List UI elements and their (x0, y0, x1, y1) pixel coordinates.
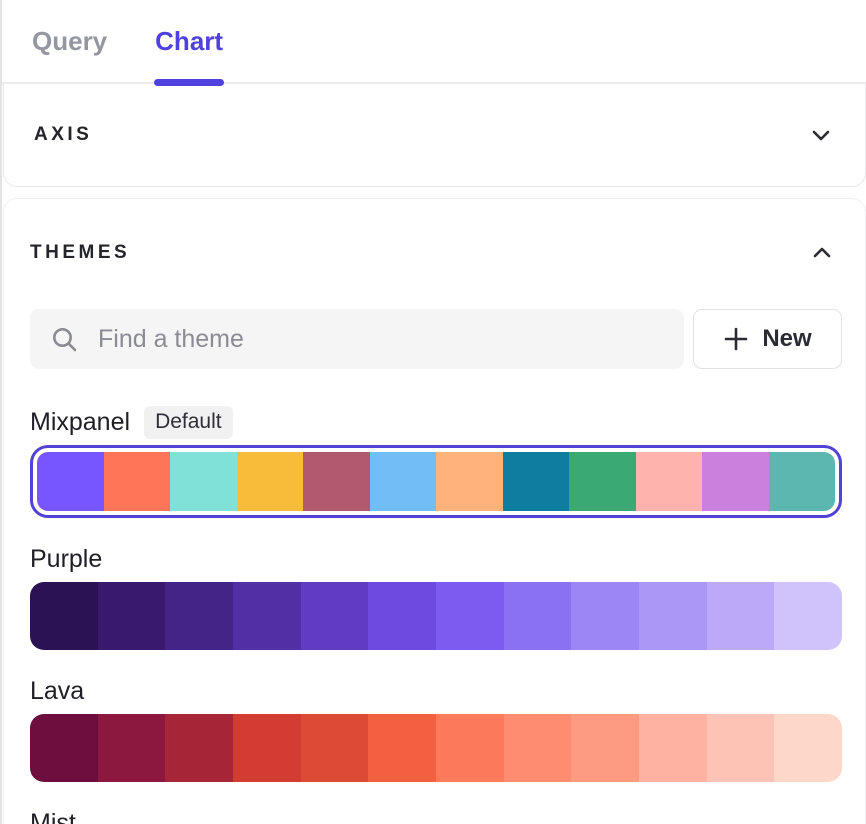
tab-bar: Query Chart (2, 0, 866, 84)
theme-swatch (571, 714, 639, 782)
theme-search-input[interactable] (30, 309, 684, 369)
theme-swatch (98, 582, 166, 650)
theme-name: Lava (30, 677, 84, 706)
themes-section-header[interactable]: THEMES (30, 241, 842, 265)
theme-label-row: Purple (30, 543, 842, 575)
theme-swatch (165, 714, 233, 782)
theme-swatch (702, 452, 769, 511)
theme-swatch (436, 714, 504, 782)
new-theme-button-label: New (762, 325, 811, 353)
theme-swatch (301, 582, 369, 650)
theme-name: Mixpanel (30, 408, 130, 437)
theme-swatch (504, 582, 572, 650)
theme-name: Mist (30, 809, 76, 824)
theme-swatch (368, 582, 436, 650)
theme-item: Purple (30, 543, 842, 650)
active-tab-underline (154, 79, 224, 86)
theme-swatch (233, 582, 301, 650)
theme-swatch (98, 714, 166, 782)
theme-swatch (368, 714, 436, 782)
theme-swatch (436, 452, 503, 511)
theme-name: Purple (30, 545, 102, 574)
theme-swatch (569, 452, 636, 511)
theme-swatch (37, 452, 104, 511)
theme-swatch (170, 452, 237, 511)
tab-query[interactable]: Query (32, 0, 107, 82)
theme-swatch (504, 714, 572, 782)
theme-swatch-row[interactable] (30, 582, 842, 650)
chart-settings-panel: Query Chart AXIS THEMES (0, 0, 866, 824)
theme-swatch (636, 452, 703, 511)
theme-swatch (237, 452, 304, 511)
chevron-up-icon[interactable] (810, 241, 834, 265)
theme-label-row: Mist (30, 807, 842, 824)
theme-label-row: Lava (30, 675, 842, 707)
theme-item: Lava (30, 675, 842, 782)
theme-swatch (233, 714, 301, 782)
theme-swatch (769, 452, 836, 511)
theme-swatch-row[interactable] (30, 714, 842, 782)
search-icon (51, 326, 78, 353)
theme-swatch (503, 452, 570, 511)
theme-item: Mist (30, 807, 842, 824)
default-badge: Default (144, 406, 233, 439)
theme-swatch (303, 452, 370, 511)
theme-label-row: Mixpanel Default (30, 406, 842, 438)
theme-swatch (639, 582, 707, 650)
theme-swatch (774, 714, 842, 782)
axis-section-title: AXIS (34, 124, 92, 146)
theme-swatch (370, 452, 437, 511)
plus-icon (723, 326, 749, 352)
theme-list: Mixpanel Default Purple Lava Mist (30, 406, 842, 824)
new-theme-button[interactable]: New (693, 309, 842, 369)
theme-item: Mixpanel Default (30, 406, 842, 518)
chevron-down-icon[interactable] (809, 123, 833, 147)
theme-swatch-row[interactable] (37, 452, 835, 511)
theme-swatch (774, 582, 842, 650)
themes-section: THEMES New MixpanelDefaultPurpl (3, 198, 866, 824)
theme-swatch (707, 582, 775, 650)
theme-swatch (30, 582, 98, 650)
tab-query-label: Query (32, 26, 107, 57)
theme-swatch (301, 714, 369, 782)
theme-swatch (104, 452, 171, 511)
theme-swatch (707, 714, 775, 782)
theme-toolbar: New (30, 309, 842, 369)
theme-swatch (165, 582, 233, 650)
theme-swatch (571, 582, 639, 650)
tab-chart[interactable]: Chart (155, 0, 223, 82)
theme-swatch (436, 582, 504, 650)
theme-swatch (639, 714, 707, 782)
tab-chart-label: Chart (155, 26, 223, 57)
theme-swatch (30, 714, 98, 782)
selected-theme-ring (30, 445, 842, 518)
theme-search (30, 309, 684, 369)
themes-section-title: THEMES (30, 242, 130, 264)
axis-section[interactable]: AXIS (3, 84, 866, 187)
